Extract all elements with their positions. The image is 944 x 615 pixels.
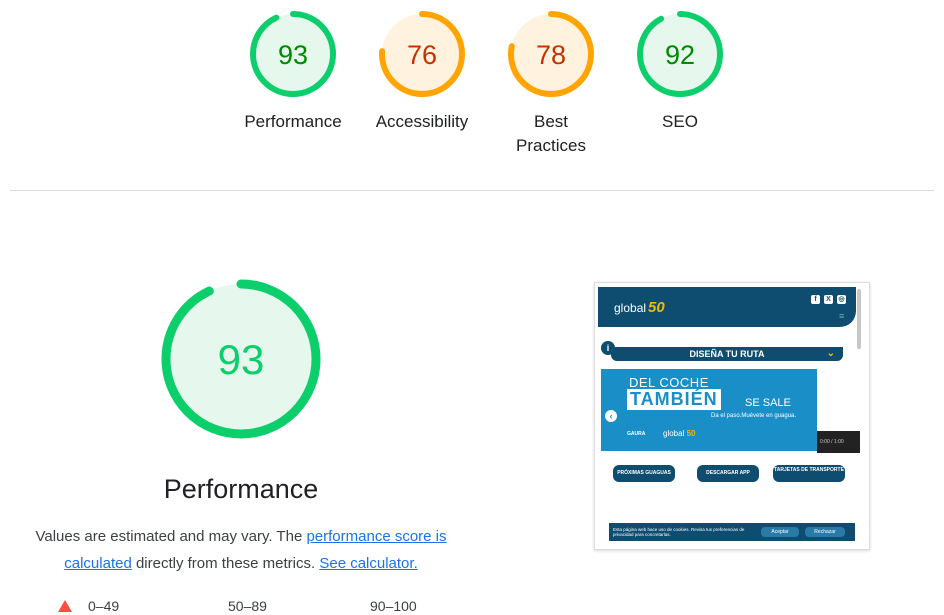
thumbnail-scrollbar — [857, 289, 861, 349]
site-header: global 50 f X ◎ — [598, 287, 856, 327]
chevron-down-icon: ⌄ — [826, 348, 835, 359]
gauge-best-practices-ring: 78 — [508, 11, 594, 97]
gauge-best-practices[interactable]: 78 Best Practices — [496, 10, 606, 158]
legend-fail-label: 0–49 — [88, 598, 120, 614]
site-logo: global 50 — [614, 299, 665, 316]
site-buttons: PRÓXIMAS GUAGUAS DESCARGAR APP TARJETAS … — [609, 463, 849, 487]
section-divider — [10, 190, 934, 191]
legend-average-label: 50–89 — [228, 598, 267, 614]
route-bar: DISEÑA TU RUTA ⌄ — [611, 347, 843, 361]
legend-pass-label: 90–100 — [370, 598, 417, 614]
legend-pass: 90–100 — [370, 598, 417, 614]
performance-gauge-large: 93 — [160, 278, 322, 440]
performance-title: Performance — [163, 474, 319, 504]
gauge-performance[interactable]: 93 Performance — [238, 10, 348, 134]
banner-word: TAMBIÉN — [627, 389, 721, 410]
social-icons: f X ◎ — [811, 295, 846, 304]
gauge-label: Best Practices — [516, 112, 586, 155]
legend-fail: 0–49 — [58, 598, 119, 614]
triangle-icon — [58, 600, 72, 612]
banner-logo-mark: 50 — [686, 429, 696, 438]
cookie-text: Esta página web hace uso de cookies. Rev… — [613, 527, 745, 537]
gauge-label: SEO — [662, 112, 698, 131]
site-button: TARJETAS DE TRANSPORTE — [773, 465, 845, 482]
site-button: DESCARGAR APP — [697, 465, 759, 482]
route-label: DISEÑA TU RUTA — [689, 349, 765, 359]
logo-text: global — [614, 301, 647, 315]
x-icon: X — [824, 295, 833, 304]
page-screenshot-thumbnail[interactable]: global 50 f X ◎ ≡ i DISEÑA TU RUTA ⌄ DEL C… — [594, 282, 870, 550]
performance-ring-large: 93 — [161, 279, 321, 439]
desc-prefix: Values are estimated and may vary. The — [35, 528, 307, 545]
gauge-label: Accessibility — [375, 112, 469, 131]
promo-banner: DEL COCHE TAMBIÉN SE SALE Da el paso.Mué… — [601, 369, 817, 451]
gauge-label: Performance — [244, 112, 342, 131]
site-button: PRÓXIMAS GUAGUAS — [613, 465, 675, 482]
instagram-icon: ◎ — [837, 295, 846, 304]
see-calculator-link[interactable]: See calculator. — [319, 555, 417, 572]
logo-mark: 50 — [648, 299, 665, 316]
performance-score-large: 93 — [218, 336, 265, 383]
banner-line1: DEL COCHE — [629, 375, 709, 390]
banner-small: GAURA — [627, 431, 646, 437]
gauge-accessibility-ring: 76 — [379, 11, 465, 97]
banner-sub: Da el paso.Muévete en guagua. — [711, 413, 797, 419]
gauge-score: 78 — [536, 40, 566, 70]
category-gauges: 93 Performance 76 Accessibility 78 Best … — [0, 10, 944, 180]
banner-end: SE SALE — [745, 397, 791, 409]
gauge-seo[interactable]: 92 SEO — [625, 10, 735, 134]
gauge-seo-ring: 92 — [637, 11, 723, 97]
gauge-score: 92 — [665, 40, 695, 70]
cookie-accept: Aceptar — [761, 527, 799, 537]
gauge-accessibility[interactable]: 76 Accessibility — [367, 10, 477, 134]
chevron-left-icon: ‹ — [605, 410, 617, 422]
desc-middle: directly from these metrics. — [131, 555, 320, 572]
gauge-score: 76 — [407, 40, 437, 70]
banner-logo-text: global — [663, 429, 685, 438]
facebook-icon: f — [811, 295, 820, 304]
gauge-performance-ring: 93 — [250, 11, 336, 97]
cookie-reject: Rechazar — [805, 527, 845, 537]
banner-logo: global 50 — [663, 429, 696, 438]
performance-description: Values are estimated and may vary. The p… — [15, 523, 467, 577]
menu-icon: ≡ — [839, 311, 845, 321]
video-time: 0:00 / 1:00 — [820, 439, 844, 445]
legend-average: 50–89 — [228, 598, 267, 614]
gauge-score: 93 — [278, 40, 308, 70]
video-player: 0:00 / 1:00 — [817, 431, 860, 453]
cookie-banner: Esta página web hace uso de cookies. Rev… — [609, 523, 855, 541]
